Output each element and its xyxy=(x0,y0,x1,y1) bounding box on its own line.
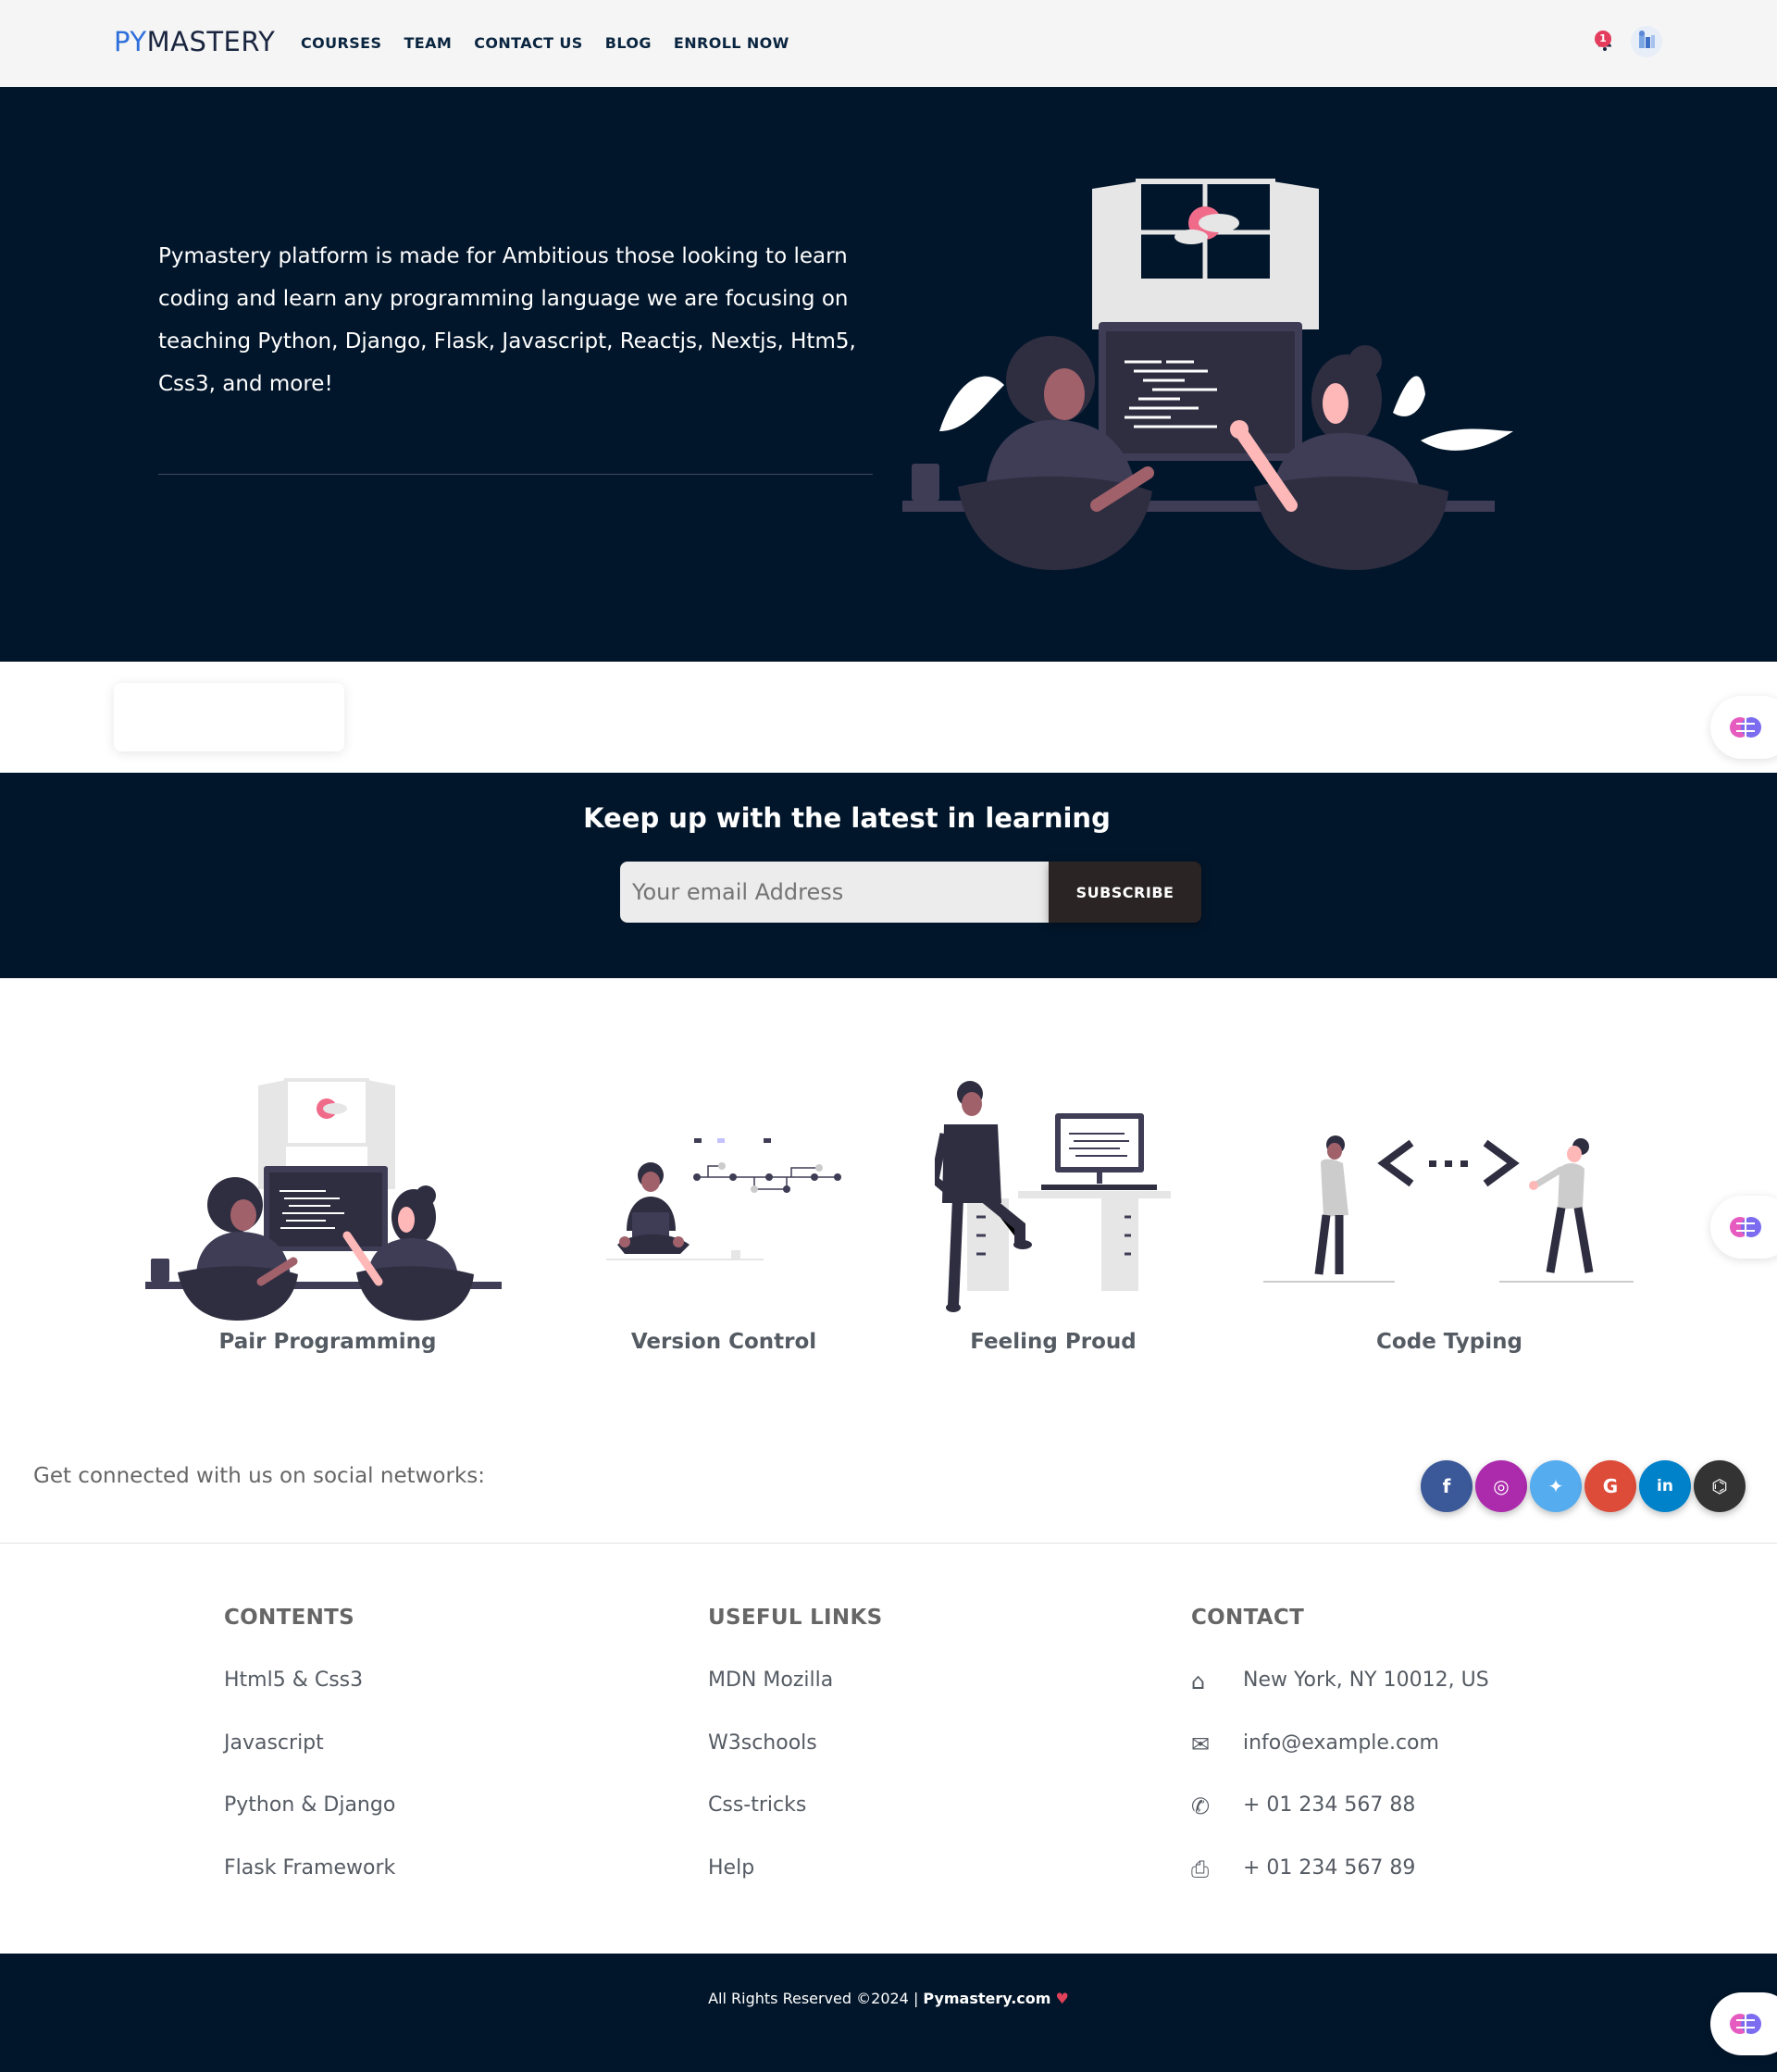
subscribe-button[interactable]: SUBSCRIBE xyxy=(1049,862,1201,923)
avatar[interactable] xyxy=(1631,26,1662,57)
notification-badge: 1 xyxy=(1595,31,1611,47)
phone-icon: ✆ xyxy=(1191,1793,1211,1819)
social-icons: f ◎ ✦ G in ⌬ xyxy=(1421,1460,1746,1512)
home-icon: ⌂ xyxy=(1191,1669,1206,1694)
copyright-bar xyxy=(0,1954,1777,2072)
facebook-icon[interactable]: f xyxy=(1421,1460,1473,1512)
copyright-brand-link[interactable]: Pymastery.com xyxy=(923,1990,1050,2007)
footer-heading-useful-links: USEFUL LINKS xyxy=(708,1606,883,1630)
brain-icon xyxy=(1730,1217,1761,1237)
footer-link-flask[interactable]: Flask Framework xyxy=(224,1856,395,1919)
feeling-proud-illustration xyxy=(935,1081,1171,1312)
copyright-text: All Rights Reserved ©2024 | Pymastery.co… xyxy=(708,1990,1069,2007)
brain-icon xyxy=(1730,717,1761,738)
hero-divider xyxy=(158,474,873,475)
footer-link-w3schools[interactable]: W3schools xyxy=(708,1731,882,1794)
version-control-illustration xyxy=(606,1138,841,1260)
printer-icon: ⎙ xyxy=(1191,1855,1210,1882)
footer-link-css-tricks[interactable]: Css-tricks xyxy=(708,1793,882,1856)
feature-label-code-typing: Code Typing xyxy=(1376,1330,1522,1354)
github-icon[interactable]: ⌬ xyxy=(1694,1460,1746,1512)
logo[interactable]: PYMASTERY xyxy=(114,26,275,57)
feature-label-version-control: Version Control xyxy=(630,1330,817,1354)
footer-link-javascript[interactable]: Javascript xyxy=(224,1731,395,1794)
feature-label-feeling-proud: Feeling Proud xyxy=(970,1330,1137,1354)
nav-link-courses[interactable]: COURSES xyxy=(301,34,381,52)
feature-label-pair-programming: Pair Programming xyxy=(218,1330,437,1354)
twitter-icon[interactable]: ✦ xyxy=(1530,1460,1582,1512)
footer-link-python-django[interactable]: Python & Django xyxy=(224,1793,395,1856)
footer-heading-contact: CONTACT xyxy=(1191,1606,1305,1630)
footer-link-mdn[interactable]: MDN Mozilla xyxy=(708,1669,882,1731)
footer-useful-links: USEFUL LINKS MDN Mozilla W3schools Css-t… xyxy=(708,1606,882,1918)
hero-description: Pymastery platform is made for Ambitious… xyxy=(158,244,856,396)
contact-address: ⌂ New York, NY 10012, US xyxy=(1191,1669,1489,1694)
contact-phone: ✆ + 01 234 567 88 xyxy=(1191,1793,1416,1819)
linkedin-icon[interactable]: in xyxy=(1639,1460,1691,1512)
contact-fax: ⎙ + 01 234 567 89 xyxy=(1191,1855,1416,1882)
footer-link-help[interactable]: Help xyxy=(708,1856,882,1919)
footer-link-html-css[interactable]: Html5 & Css3 xyxy=(224,1669,395,1731)
nav-link-team[interactable]: TEAM xyxy=(404,34,452,52)
subscribe-title: Keep up with the latest in learning xyxy=(583,802,1111,834)
contact-email: ✉ info@example.com xyxy=(1191,1731,1439,1757)
nav-link-contact-us[interactable]: CONTACT US xyxy=(474,34,583,52)
heart-icon: ♥ xyxy=(1055,1990,1069,2007)
brain-float-button[interactable] xyxy=(1710,1196,1777,1259)
nav-link-blog[interactable]: BLOG xyxy=(605,34,652,52)
pair-programming-hero-illustration xyxy=(902,179,1513,570)
footer-heading-contents: CONTENTS xyxy=(224,1606,354,1630)
brain-icon xyxy=(1730,2014,1761,2034)
social-caption: Get connected with us on social networks… xyxy=(33,1464,486,1488)
nav-link-enroll-now[interactable]: ENROLL NOW xyxy=(674,34,789,52)
brain-float-button[interactable] xyxy=(1710,1992,1777,2055)
instagram-icon[interactable]: ◎ xyxy=(1475,1460,1527,1512)
footer-contents: CONTENTS Html5 & Css3 Javascript Python … xyxy=(224,1606,395,1918)
envelope-icon: ✉ xyxy=(1191,1731,1211,1757)
google-icon[interactable]: G xyxy=(1584,1460,1636,1512)
nav-links: COURSES TEAM CONTACT US BLOG ENROLL NOW xyxy=(301,34,789,52)
brain-float-button[interactable] xyxy=(1710,696,1777,759)
email-input[interactable] xyxy=(620,862,1049,923)
footer-contact: CONTACT ⌂ New York, NY 10012, US ✉ info@… xyxy=(1191,1606,1489,1918)
code-typing-illustration xyxy=(1263,1135,1634,1283)
empty-card xyxy=(114,683,344,751)
pair-programming-illustration xyxy=(145,1078,502,1321)
